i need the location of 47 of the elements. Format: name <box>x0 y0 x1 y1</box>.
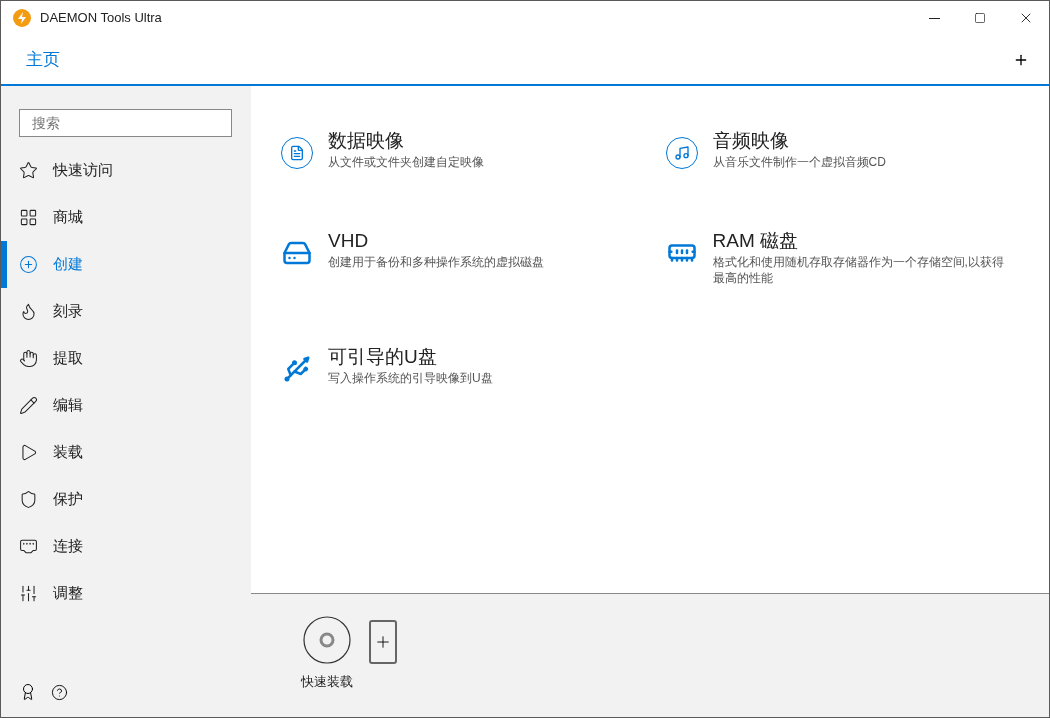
grid-icon <box>19 208 38 227</box>
app-logo-icon <box>13 9 31 27</box>
option-description: 格式化和使用随机存取存储器作为一个存储空间,以获得最高的性能 <box>712 254 1005 286</box>
disc-icon <box>303 616 351 664</box>
create-option[interactable]: 可引导的U盘 写入操作系统的引导映像到U盘 <box>280 344 665 386</box>
option-description: 创建用于备份和多种操作系统的虚拟磁盘 <box>328 254 544 270</box>
sliders-icon <box>19 584 38 603</box>
sidebar-item[interactable]: 调整 <box>1 570 251 617</box>
network-icon <box>19 537 38 556</box>
window-title: DAEMON Tools Ultra <box>40 9 162 28</box>
option-title: VHD <box>328 229 370 253</box>
sidebar-item[interactable]: 商城 <box>1 194 251 241</box>
quick-mount-button[interactable]: 快速装载 <box>301 616 353 692</box>
sidebar-item[interactable]: 创建 <box>1 241 251 288</box>
option-description: 写入操作系统的引导映像到U盘 <box>328 370 493 386</box>
sidebar-item[interactable]: 编辑 <box>1 382 251 429</box>
option-description: 从文件或文件夹创建自定映像 <box>328 154 484 170</box>
option-title: 音频映像 <box>712 129 790 153</box>
minimize-icon <box>928 17 940 19</box>
option-title: 数据映像 <box>328 129 405 153</box>
option-title: 可引导的U盘 <box>328 345 438 369</box>
sidebar-item[interactable]: 刻录 <box>1 288 251 335</box>
create-option[interactable]: RAM 磁盘 格式化和使用随机存取存储器作为一个存储空间,以获得最高的性能 <box>664 228 1049 286</box>
search-field[interactable]: 搜索 <box>19 109 232 137</box>
sidebar-item[interactable]: 快速访问 <box>1 147 251 194</box>
usb-drive-icon <box>282 354 312 384</box>
sidebar-item[interactable]: 连接 <box>1 523 251 570</box>
hand-icon <box>19 349 38 368</box>
flame-icon <box>19 302 38 321</box>
create-option[interactable]: 音频映像 从音乐文件制作一个虚拟音频CD <box>664 128 1049 170</box>
play-icon <box>19 443 38 462</box>
option-description: 从音乐文件制作一个虚拟音频CD <box>712 154 886 170</box>
sidebar-item[interactable]: 提取 <box>1 335 251 382</box>
create-icon <box>19 255 38 274</box>
plus-icon <box>374 633 392 651</box>
star-icon <box>19 161 38 180</box>
shield-icon <box>19 490 38 509</box>
maximize-icon <box>974 12 986 24</box>
pencil-icon <box>19 396 38 415</box>
page-title: 主页 <box>26 48 60 71</box>
sidebar-item[interactable]: 装载 <box>1 429 251 476</box>
create-option[interactable]: VHD 创建用于备份和多种操作系统的虚拟磁盘 <box>280 228 665 286</box>
add-device-button[interactable] <box>369 620 397 664</box>
sidebar-item[interactable]: 保护 <box>1 476 251 523</box>
create-option[interactable]: 数据映像 从文件或文件夹创建自定映像 <box>280 128 665 170</box>
option-title: RAM 磁盘 <box>712 229 799 253</box>
help-icon[interactable] <box>51 683 68 701</box>
